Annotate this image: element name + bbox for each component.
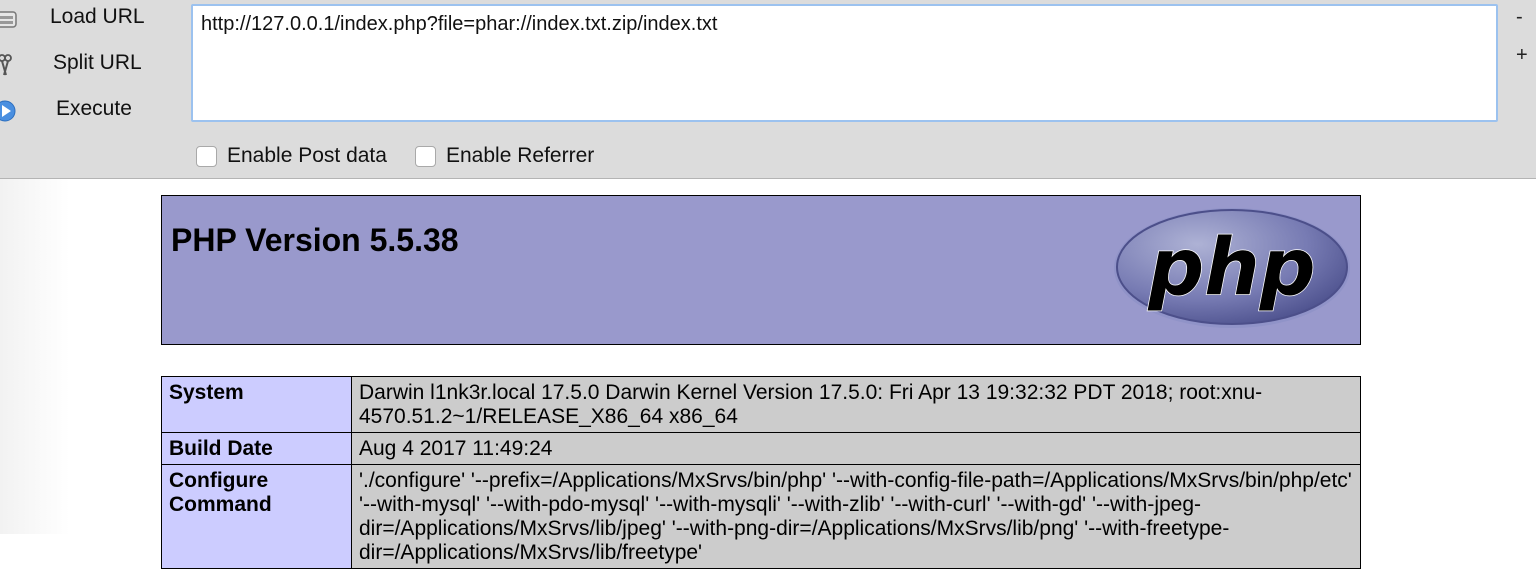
row-key: Configure Command bbox=[161, 464, 352, 569]
php-info-table: System Darwin l1nk3r.local 17.5.0 Darwin… bbox=[161, 376, 1361, 569]
row-key: Build Date bbox=[161, 432, 352, 465]
expand-button[interactable]: + bbox=[1516, 44, 1528, 67]
execute-label: Execute bbox=[56, 97, 132, 120]
row-value: './configure' '--prefix=/Applications/Mx… bbox=[351, 464, 1361, 569]
table-row: Configure Command './configure' '--prefi… bbox=[161, 464, 1361, 569]
php-version-header: PHP Version 5.5.38 php bbox=[161, 195, 1361, 345]
php-logo: php bbox=[1112, 204, 1352, 339]
execute-button[interactable]: Execute bbox=[0, 93, 180, 129]
enable-post-data-option[interactable]: Enable Post data bbox=[196, 143, 387, 169]
php-logo-text: php bbox=[1147, 223, 1315, 313]
split-url-button[interactable]: Split URL bbox=[0, 47, 180, 83]
row-value: Darwin l1nk3r.local 17.5.0 Darwin Kernel… bbox=[351, 376, 1361, 433]
enable-referrer-option[interactable]: Enable Referrer bbox=[415, 143, 594, 169]
shrink-button[interactable]: - bbox=[1516, 6, 1523, 29]
post-data-label: Enable Post data bbox=[227, 144, 387, 167]
split-url-label: Split URL bbox=[53, 51, 142, 74]
load-url-icon bbox=[0, 7, 20, 31]
split-url-icon bbox=[0, 53, 20, 77]
php-version-title: PHP Version 5.5.38 bbox=[171, 222, 459, 258]
hackbar-toolbar: Load URL Split URL Execute http://127.0.… bbox=[0, 0, 1536, 179]
execute-icon bbox=[0, 99, 20, 123]
load-url-button[interactable]: Load URL bbox=[0, 1, 180, 37]
referrer-checkbox[interactable] bbox=[415, 145, 436, 167]
row-value: Aug 4 2017 11:49:24 bbox=[351, 432, 1361, 465]
referrer-label: Enable Referrer bbox=[446, 144, 595, 167]
url-input[interactable]: http://127.0.0.1/index.php?file=phar://i… bbox=[191, 4, 1498, 122]
table-row: System Darwin l1nk3r.local 17.5.0 Darwin… bbox=[161, 376, 1361, 433]
table-row: Build Date Aug 4 2017 11:49:24 bbox=[161, 432, 1361, 465]
row-key: System bbox=[161, 376, 352, 433]
load-url-label: Load URL bbox=[50, 5, 145, 28]
page-left-gutter bbox=[0, 179, 70, 534]
post-data-checkbox[interactable] bbox=[196, 145, 217, 167]
